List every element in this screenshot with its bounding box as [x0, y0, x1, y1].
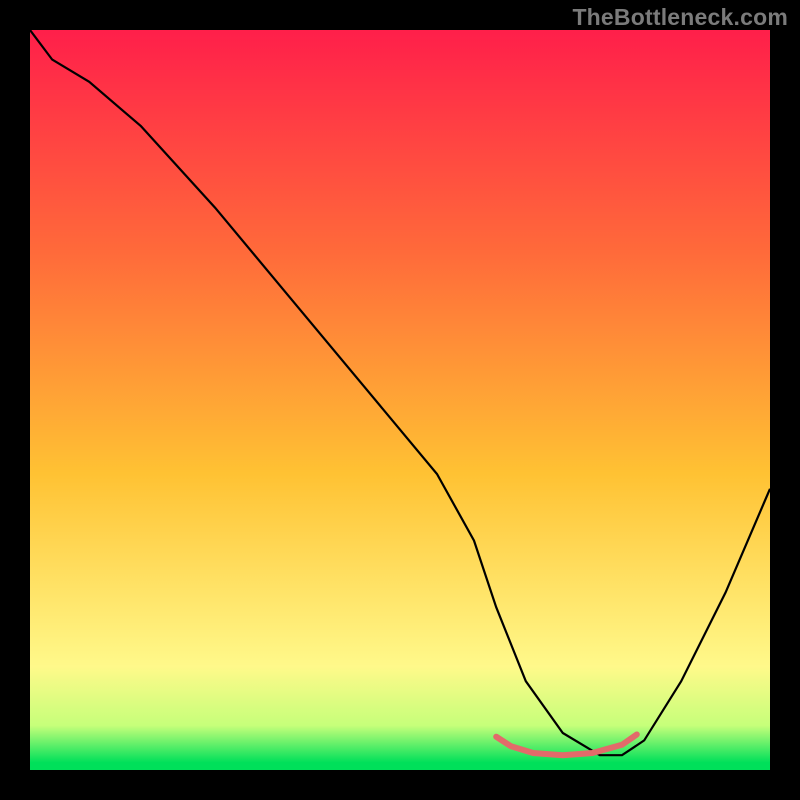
- highlight-segment: [496, 735, 637, 756]
- plot-area: [30, 30, 770, 770]
- watermark-text: TheBottleneck.com: [572, 4, 788, 31]
- bottleneck-curve: [30, 30, 770, 755]
- curve-svg: [30, 30, 770, 770]
- chart-frame: TheBottleneck.com: [0, 0, 800, 800]
